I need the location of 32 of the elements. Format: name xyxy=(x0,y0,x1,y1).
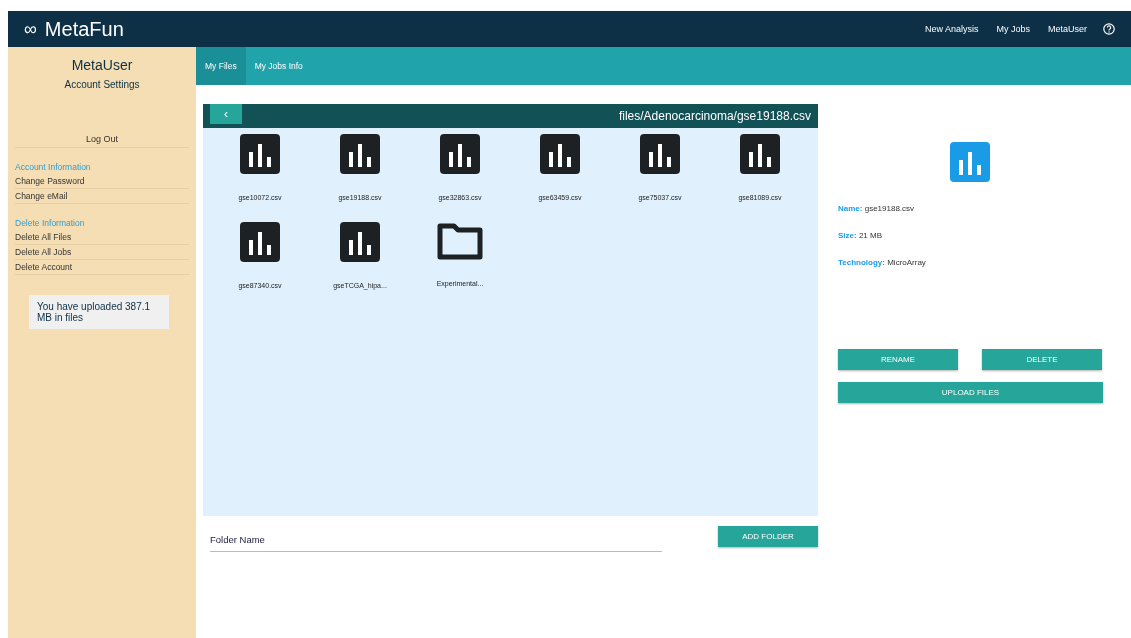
logo-mark: ∞ xyxy=(24,18,37,40)
sidebar-link[interactable]: Delete All Files xyxy=(15,230,189,245)
chart-file-icon xyxy=(340,134,380,174)
tab[interactable]: My Files xyxy=(196,47,246,85)
usage-note: You have uploaded 387.1 MB in files xyxy=(29,295,169,329)
chart-file-icon xyxy=(640,134,680,174)
sidebar-link[interactable]: Delete Account xyxy=(15,260,189,275)
nav-link[interactable]: New Analysis xyxy=(924,24,979,34)
app-title: MetaFun xyxy=(44,17,125,41)
folder-icon xyxy=(437,222,483,260)
sidebar-link[interactable]: Change Password xyxy=(15,174,189,189)
chart-file-icon xyxy=(540,134,580,174)
chart-file-icon xyxy=(240,134,280,174)
sidebar-subtitle: Account Settings xyxy=(63,79,141,90)
logout-link[interactable]: Log Out xyxy=(15,134,189,148)
detail-text: Name: gse19188.csv xyxy=(838,204,916,213)
nav-link[interactable]: My Jobs xyxy=(996,24,1030,34)
file-path: files/Adenocarcinoma/gse19188.csv xyxy=(618,109,811,123)
sidebar-link[interactable]: Change eMail xyxy=(15,189,189,204)
user-name: MetaUser xyxy=(70,57,134,73)
detail-text: Technology: MicroArray xyxy=(838,258,927,267)
chart-file-icon xyxy=(340,222,380,262)
help-icon[interactable] xyxy=(1103,23,1115,35)
chart-file-icon xyxy=(740,134,780,174)
chart-file-icon xyxy=(950,142,990,182)
detail-text: Size: 21 MB xyxy=(838,231,884,240)
nav-link[interactable]: MetaUser xyxy=(1048,24,1087,34)
chart-file-icon xyxy=(240,222,280,262)
chart-file-icon xyxy=(440,134,480,174)
section-heading: Delete Information xyxy=(15,218,86,230)
sidebar-link[interactable]: Delete All Jobs xyxy=(15,245,189,260)
section-heading: Account Information xyxy=(15,162,92,174)
